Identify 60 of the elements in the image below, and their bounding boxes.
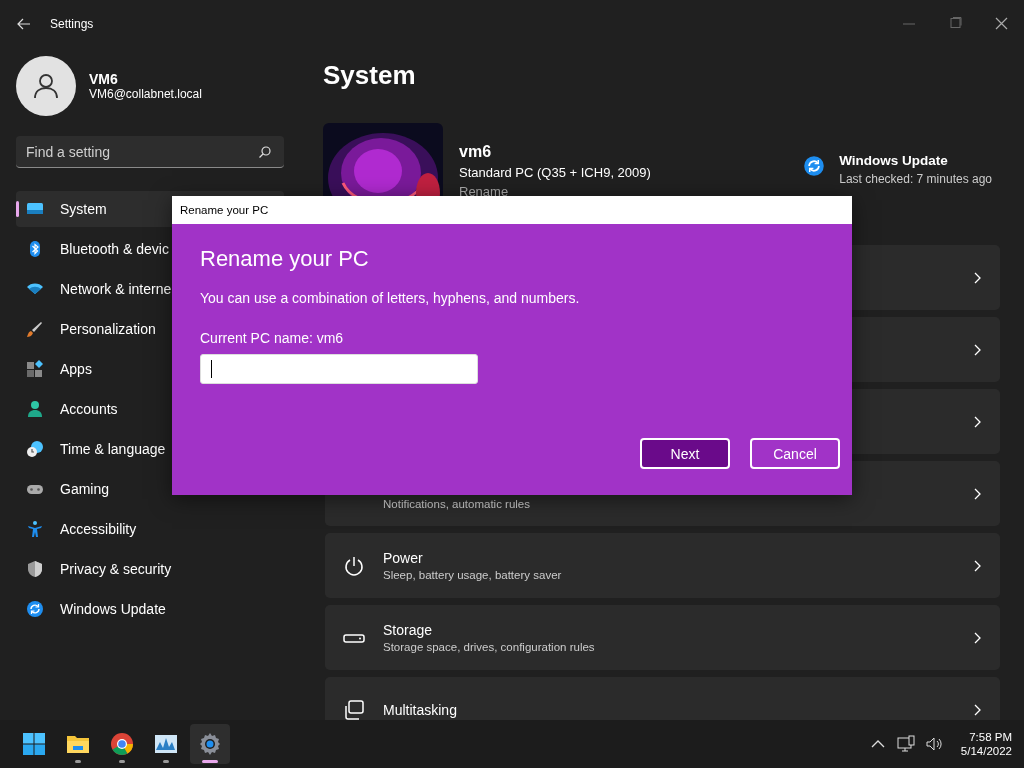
settings-card[interactable]: Multitasking [325,677,1000,720]
rename-link[interactable]: Rename [459,184,509,199]
card-subtitle: Notifications, automatic rules [383,497,530,510]
next-button[interactable]: Next [640,438,730,469]
person-icon [31,71,61,101]
person-icon [26,400,44,418]
sidebar-item[interactable]: Windows Update [16,591,284,627]
chevron-right-icon [972,342,982,357]
dialog-heading: Rename your PC [200,246,369,272]
sync-icon [803,155,826,177]
user-email: VM6@collabnet.local [89,87,202,101]
page-title: System [323,60,417,90]
chevron-right-icon [972,630,982,645]
sidebar-item[interactable]: Privacy & security [16,551,284,587]
brush-icon [26,320,44,338]
card-title: Power [383,550,424,566]
cancel-button[interactable]: Cancel [750,438,840,469]
volume-icon[interactable] [924,735,943,753]
taskbar-app[interactable] [190,724,230,764]
settings-card[interactable]: Storage Storage space, drives, configuration rules [325,605,1000,670]
power-icon [343,554,365,577]
chevron-right-icon [972,486,982,501]
sidebar-item[interactable]: Apps [16,351,284,387]
shield-icon [26,560,44,578]
sync-icon [26,600,44,618]
sidebar-item[interactable]: Gaming [16,471,284,507]
clock-date[interactable]: 5/14/2022 [960,745,1012,757]
network-icon[interactable] [896,735,915,753]
current-name-label: Current PC name: vm6 [200,330,344,346]
sidebar-item[interactable]: Time & language [16,431,284,467]
sidebar-item[interactable]: Accessibility [16,511,284,547]
card-subtitle: Storage space, drives, configuration rules [383,641,595,653]
windows-stack-icon [343,698,365,720]
windows-logo-icon [21,731,47,757]
user-name: VM6 [89,71,119,87]
apps-icon [26,360,44,378]
name-input-field[interactable] [200,354,478,384]
search-field[interactable]: Find a setting [16,136,284,168]
clock-globe-icon [26,440,44,458]
device-model: Standard PC (Q35 + ICH9, 2009) [459,165,651,180]
sidebar-item[interactable]: Accounts [16,391,284,427]
browser-icon [109,731,135,757]
search-icon [258,145,272,159]
chevron-right-icon [972,702,982,717]
dialog-title: Rename your PC [172,196,852,224]
chevron-right-icon [972,414,982,429]
update-title: Windows Update [839,153,949,168]
clock-time[interactable]: 7:58 PM [969,731,1012,743]
window-title: Settings [50,17,94,31]
back-icon[interactable] [16,16,32,32]
card-title: Multitasking [383,701,457,718]
card-subtitle: Sleep, battery usage, battery saver [383,569,562,581]
card-title: Storage [383,622,434,638]
accessibility-icon [26,520,44,538]
chevron-right-icon [972,270,982,285]
settings-card[interactable]: Power Sleep, battery usage, battery saver [325,533,1000,598]
dialog-description: You can use a combination of letters, hyphens, and numbers. [200,290,580,306]
update-status: Last checked: 7 minutes ago [839,172,992,186]
device-name: vm6 [459,143,492,161]
chevron-right-icon [972,558,982,573]
